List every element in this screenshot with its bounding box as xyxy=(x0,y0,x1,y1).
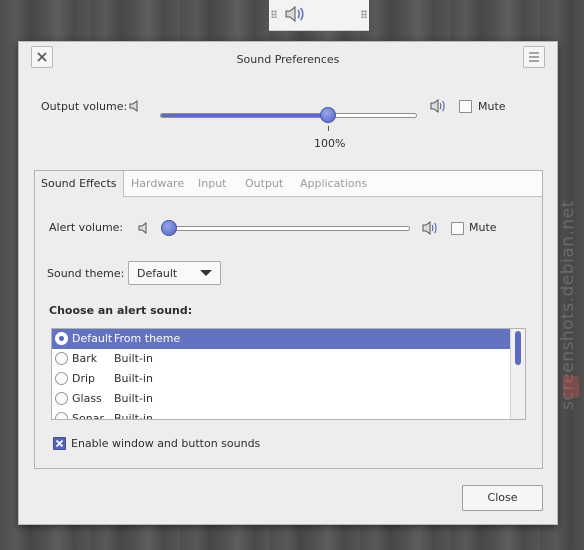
tab-input[interactable]: Input xyxy=(198,171,226,196)
speaker-high-icon xyxy=(422,220,440,239)
alert-sound-list[interactable]: Default From theme Bark Built-in Drip Bu… xyxy=(51,328,526,420)
titlebar: Sound Preferences xyxy=(19,42,557,82)
window-sounds-checkbox[interactable] xyxy=(53,437,66,450)
hamburger-menu-icon xyxy=(529,52,539,62)
radio-button[interactable] xyxy=(55,392,68,405)
speaker-high-icon xyxy=(430,98,448,117)
scrollbar-thumb[interactable] xyxy=(515,331,521,365)
radio-button[interactable] xyxy=(55,372,68,385)
radio-button[interactable] xyxy=(55,332,68,345)
sound-name: Drip xyxy=(72,372,96,385)
sound-theme-combo[interactable]: Default xyxy=(128,261,221,285)
tab-hardware[interactable]: Hardware xyxy=(131,171,184,196)
alert-mute-label: Mute xyxy=(469,221,497,234)
output-volume-fill xyxy=(161,114,329,117)
sound-name: Glass xyxy=(72,392,102,405)
list-item[interactable]: Drip Built-in xyxy=(52,369,511,389)
speaker-icon[interactable] xyxy=(284,4,306,27)
speaker-low-icon xyxy=(129,99,141,116)
alert-sound-heading: Choose an alert sound: xyxy=(49,304,193,317)
list-item[interactable]: Bark Built-in xyxy=(52,349,511,369)
sound-theme-label: Sound theme: xyxy=(47,267,125,280)
alert-volume-label: Alert volume: xyxy=(49,221,124,234)
tab-output[interactable]: Output xyxy=(245,171,283,196)
radio-button[interactable] xyxy=(55,352,68,365)
sound-name: Sonar xyxy=(72,412,104,420)
radio-button[interactable] xyxy=(55,412,68,419)
output-mute-checkbox[interactable] xyxy=(459,100,472,113)
chevron-down-icon xyxy=(200,270,212,276)
sound-source: Built-in xyxy=(114,352,153,365)
speaker-low-icon xyxy=(138,221,150,238)
panel-grip-handle[interactable] xyxy=(271,10,277,18)
sound-source: Built-in xyxy=(114,412,153,420)
list-scrollbar[interactable] xyxy=(510,329,525,419)
output-volume-value: 100% xyxy=(314,137,346,150)
slider-tick-mark xyxy=(328,126,329,131)
list-item[interactable]: Default From theme xyxy=(52,329,511,349)
tab-applications[interactable]: Applications xyxy=(300,171,367,196)
sound-source: Built-in xyxy=(114,392,153,405)
sound-preferences-dialog: Sound Preferences Output volume: 100% Mu… xyxy=(18,41,558,525)
tab-strip: Sound Effects Hardware Input Output Appl… xyxy=(35,171,542,197)
panel-grip-handle[interactable] xyxy=(361,10,367,18)
window-title: Sound Preferences xyxy=(236,53,340,66)
sound-source: From theme xyxy=(114,332,181,345)
output-volume-slider[interactable] xyxy=(160,113,417,118)
watermark-badge xyxy=(563,376,579,398)
sound-theme-value: Default xyxy=(137,267,178,280)
alert-mute-checkbox[interactable] xyxy=(451,222,464,235)
alert-volume-knob[interactable] xyxy=(161,220,177,236)
close-button[interactable]: Close xyxy=(462,485,543,511)
tab-sound-effects[interactable]: Sound Effects xyxy=(35,171,124,197)
output-volume-knob[interactable] xyxy=(320,107,336,123)
output-mute-label: Mute xyxy=(478,100,506,113)
list-item[interactable]: Sonar Built-in xyxy=(52,409,511,420)
sound-name: Default xyxy=(72,332,113,345)
checkmark-icon xyxy=(54,438,65,449)
window-menu-button[interactable] xyxy=(523,46,545,68)
window-sounds-label: Enable window and button sounds xyxy=(71,437,261,450)
output-volume-label: Output volume: xyxy=(41,100,128,113)
watermark: screenshots.debian.net xyxy=(558,200,578,410)
list-item[interactable]: Glass Built-in xyxy=(52,389,511,409)
preferences-notebook: Sound Effects Hardware Input Output Appl… xyxy=(34,170,543,469)
sound-source: Built-in xyxy=(114,372,153,385)
sound-name: Bark xyxy=(72,352,98,365)
panel-sound-applet[interactable] xyxy=(269,0,369,31)
alert-volume-slider[interactable] xyxy=(161,226,410,231)
